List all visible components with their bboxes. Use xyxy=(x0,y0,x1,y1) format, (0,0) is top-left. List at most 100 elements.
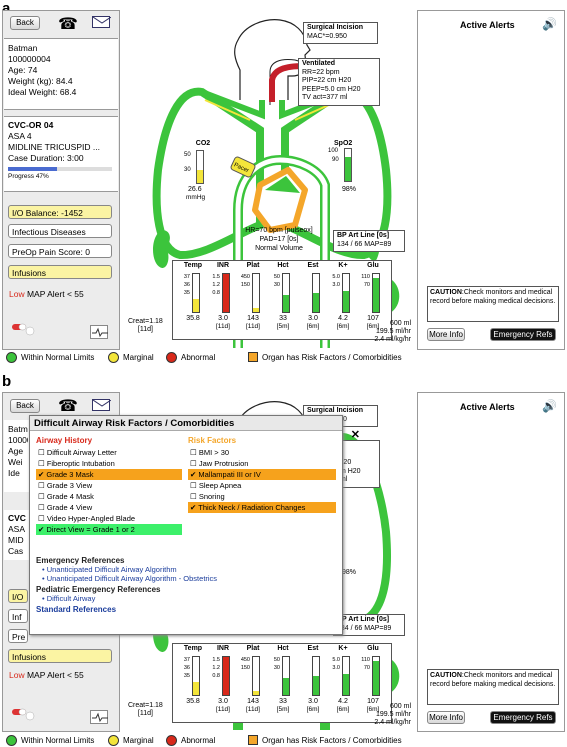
more-info-button[interactable]: More Info xyxy=(427,328,465,341)
co2-tick-bottom: 30 xyxy=(184,167,191,173)
checkbox-icon[interactable]: ☐ xyxy=(38,492,47,501)
pills-icon-b[interactable] xyxy=(10,705,35,721)
io-balance-button-b[interactable]: I/O xyxy=(8,589,28,603)
bp-value-b: 134 / 66 MAP=89 xyxy=(337,624,392,632)
checklist-item[interactable]: ☐ Grade 4 View xyxy=(36,502,182,513)
close-icon[interactable]: ✕ xyxy=(351,428,360,441)
checklist-item[interactable]: ☐ Grade 4 Mask xyxy=(36,491,182,502)
speaker-icon[interactable]: 🔊 xyxy=(542,17,557,31)
lab-plat[interactable]: Plat 450 150 143 [11d] xyxy=(238,262,268,338)
checklist-item[interactable]: ✔ Mallampati III or IV xyxy=(188,469,336,480)
checkbox-icon[interactable]: ☐ xyxy=(38,514,47,523)
lab-k-plus[interactable]: K+ 5.0 3.0 4.2 [6m] xyxy=(328,262,358,338)
lab-title: K+ xyxy=(338,262,348,269)
legend-marginal: Marginal xyxy=(108,352,154,363)
reference-label: Unanticipated Difficult Airway Algorithm… xyxy=(46,574,218,583)
checklist-item[interactable]: ☐ BMI > 30 xyxy=(188,447,336,458)
checklist-label: Mallampati III or IV xyxy=(198,470,261,479)
waveform-icon-b[interactable] xyxy=(90,710,108,724)
emergency-refs-button[interactable]: Emergency Refs xyxy=(490,328,556,341)
hr-text[interactable]: HR=70 bpm [pulseox] PAD=17 [0s] Normal V… xyxy=(240,226,318,253)
risk-factors-header: Risk Factors xyxy=(188,436,237,445)
checkbox-icon[interactable]: ☐ xyxy=(38,503,47,512)
lab-temp[interactable]: Temp 37 36 35 35.8 xyxy=(178,645,208,721)
checkbox-icon[interactable]: ☐ xyxy=(190,448,199,457)
checklist-item[interactable]: ☐ Sleep Apnea xyxy=(188,480,336,491)
creat-b-line1: Creat=1.18 xyxy=(128,702,163,709)
legend-risk-b: Organ has Risk Factors / Comorbidities xyxy=(248,735,402,745)
emergency-refs-button-b[interactable]: Emergency Refs xyxy=(490,711,556,724)
case-info-b: CVC ASA MID Cas xyxy=(4,510,29,560)
checklist-item[interactable]: ☐ Video Hyper-Angled Blade xyxy=(36,513,182,524)
lab-glu[interactable]: Glu 110 70 107 [6m] xyxy=(358,262,388,338)
lab-tick: 30 xyxy=(273,282,280,288)
checklist-item[interactable]: ✔ Grade 3 Mask xyxy=(36,469,182,480)
preop-pain-button[interactable]: PreOp Pain Score: 0 xyxy=(8,244,112,258)
checklist-item[interactable]: ☐ Grade 3 View xyxy=(36,480,182,491)
ventilation-box[interactable]: Ventilated RR=22 bpm PIP=22 cm H20 PEEP=… xyxy=(298,58,380,106)
checklist-item[interactable]: ☐ Snoring xyxy=(188,491,336,502)
back-button-b[interactable]: Back xyxy=(10,399,40,413)
standard-references-link[interactable]: Standard References xyxy=(36,605,336,614)
lab-bar-fill xyxy=(373,660,379,695)
more-info-button-b[interactable]: More Info xyxy=(427,711,465,724)
panel-label-b: b xyxy=(2,373,12,390)
infectious-button-b[interactable]: Inf xyxy=(8,609,28,623)
lab-bar-fill xyxy=(313,293,319,312)
checkbox-icon[interactable]: ☐ xyxy=(38,459,47,468)
legend-abnormal-b-text: Abnormal xyxy=(181,736,216,745)
bp-box[interactable]: BP Art Line [0s] 134 / 66 MAP=89 xyxy=(333,230,405,252)
lab-k-plus[interactable]: K+ 5.0 3.0 4.2 [6m] xyxy=(328,645,358,721)
checkbox-icon[interactable]: ☐ xyxy=(190,492,199,501)
lab-ticks: 450 150 xyxy=(238,273,250,289)
lab-temp[interactable]: Temp 37 36 35 35.8 xyxy=(178,262,208,338)
checklist-item[interactable]: ✔ Direct View = Grade 1 or 2 xyxy=(36,524,182,535)
checklist-item[interactable]: ☐ Difficult Airway Letter xyxy=(36,447,182,458)
reference-link[interactable]: • Difficult Airway xyxy=(42,594,336,603)
mail-icon-b[interactable] xyxy=(92,399,112,411)
checkbox-icon[interactable]: ☐ xyxy=(190,481,199,490)
lab-ticks: 37 36 35 xyxy=(178,273,190,297)
speaker-icon-b[interactable]: 🔊 xyxy=(542,399,557,413)
reference-label: Difficult Airway xyxy=(46,594,96,603)
lab-hct[interactable]: Hct 50 30 33 [5m] xyxy=(268,645,298,721)
lab-est[interactable]: Est 3.0 [6m] xyxy=(298,645,328,721)
checkbox-icon[interactable]: ☐ xyxy=(38,448,47,457)
co2-gauge[interactable]: CO2 xyxy=(188,140,218,147)
lab-plat[interactable]: Plat 450 150 143 [11d] xyxy=(238,645,268,721)
checklist-item[interactable]: ☐ Jaw Protrusion xyxy=(188,458,336,469)
mail-icon[interactable] xyxy=(92,16,112,28)
pills-icon[interactable] xyxy=(10,320,35,336)
green-dot-icon xyxy=(6,352,17,363)
lab-bar-fill xyxy=(283,677,289,695)
lab-glu[interactable]: Glu 110 70 107 [6m] xyxy=(358,645,388,721)
infectious-diseases-button[interactable]: Infectious Diseases xyxy=(8,224,112,238)
checkbox-icon[interactable]: ☐ xyxy=(190,459,199,468)
spo2-bar[interactable] xyxy=(344,148,352,182)
infusions-button-b[interactable]: Infusions xyxy=(8,649,112,663)
surgical-incision-box[interactable]: Surgical Incision MAC*=0.950 xyxy=(303,22,378,44)
checklist-item[interactable]: ✔ Thick Neck / Radiation Changes xyxy=(188,502,336,513)
lab-hct[interactable]: Hct 50 30 33 [5m] xyxy=(268,262,298,338)
lab-tick: 35 xyxy=(183,290,190,296)
checklist-item[interactable]: ☐ Fiberoptic Intubation xyxy=(36,458,182,469)
checkbox-icon[interactable]: ☐ xyxy=(38,481,47,490)
lab-inr[interactable]: INR 1.5 1.2 0.8 3.0 [11d] xyxy=(208,645,238,721)
lab-title: K+ xyxy=(338,645,348,652)
lab-inr[interactable]: INR 1.5 1.2 0.8 3.0 [11d] xyxy=(208,262,238,338)
lab-tick: 50 xyxy=(273,657,280,663)
bp-box-b[interactable]: BP Art Line [0s] 134 / 66 MAP=89 xyxy=(333,614,405,636)
checkmark-icon[interactable]: ✔ xyxy=(190,503,198,512)
phone-icon[interactable]: ☎ xyxy=(58,14,78,34)
pain-button-b[interactable]: Pre xyxy=(8,629,28,643)
phone-icon-b[interactable]: ☎ xyxy=(58,396,78,416)
infusions-button[interactable]: Infusions xyxy=(8,265,112,279)
airway-history-column: Airway History ☐ Difficult Airway Letter… xyxy=(36,436,182,535)
reference-link[interactable]: • Unanticipated Difficult Airway Algorit… xyxy=(42,574,336,583)
waveform-icon[interactable] xyxy=(90,325,108,339)
lab-est[interactable]: Est 3.0 [6m] xyxy=(298,262,328,338)
io-balance-button[interactable]: I/O Balance: -1452 xyxy=(8,205,112,219)
patient-id-b: 100000004 xyxy=(8,435,28,445)
back-button[interactable]: Back xyxy=(10,16,40,30)
reference-link[interactable]: • Unanticipated Difficult Airway Algorit… xyxy=(42,565,336,574)
